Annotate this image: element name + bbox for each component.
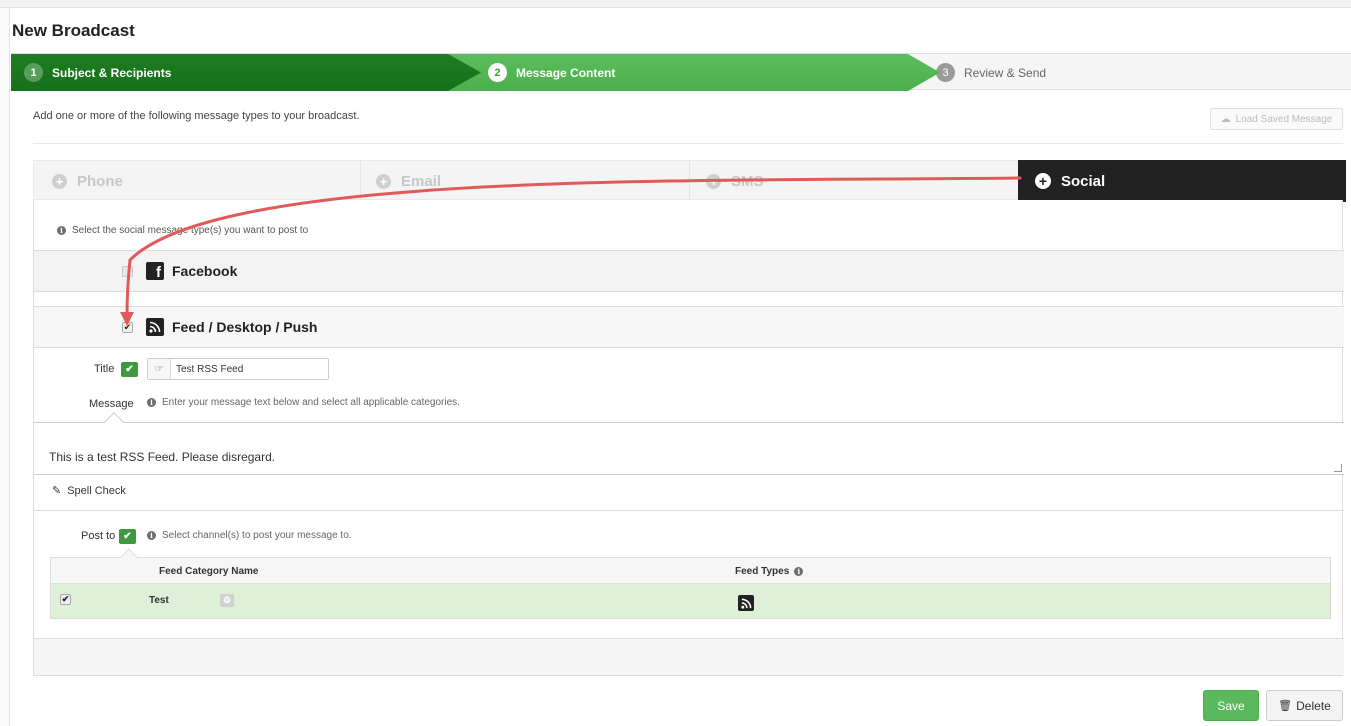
- table-header: Feed Category Name Feed Types i: [51, 548, 1330, 584]
- rss-icon: [738, 595, 754, 611]
- step-message-content[interactable]: 2 Message Content: [448, 54, 940, 91]
- row-checkbox[interactable]: ✔: [60, 594, 71, 605]
- message-text: This is a test RSS Feed. Please disregar…: [49, 450, 276, 464]
- message-label: Message: [89, 398, 134, 410]
- step-number: 1: [24, 63, 43, 82]
- post-to-label: Post to: [81, 530, 116, 542]
- facebook-label: Facebook: [172, 263, 238, 279]
- step-number: 2: [488, 63, 507, 82]
- table-pointer: [120, 548, 138, 566]
- tab-divider: [360, 161, 361, 201]
- message-type-tabs: + Phone + Email + SMS + Social: [33, 160, 1346, 211]
- column-feed-types: Feed Types i: [735, 566, 804, 577]
- title-label: Title: [94, 363, 115, 375]
- post-to-valid-icon: ✔: [119, 529, 136, 544]
- feed-category-name: Test: [149, 595, 169, 606]
- column-feed-types-label: Feed Types: [735, 566, 790, 577]
- delete-label: Delete: [1296, 698, 1331, 713]
- spell-check-label: Spell Check: [67, 484, 126, 497]
- delete-button[interactable]: 🗑 Delete: [1266, 690, 1343, 721]
- post-to-hint-text: Select channel(s) to post your message t…: [162, 530, 352, 541]
- tab-social[interactable]: + Social: [1018, 160, 1346, 211]
- divider: [34, 510, 1344, 511]
- resize-handle[interactable]: [1334, 464, 1342, 472]
- step-subject-recipients[interactable]: 1 Subject & Recipients: [11, 54, 481, 91]
- post-to-hint: i Select channel(s) to post your message…: [147, 530, 352, 541]
- tab-label: Email: [401, 172, 442, 190]
- textarea-pointer: [104, 412, 124, 432]
- window-left-edge: [0, 8, 10, 726]
- step-label: Subject & Recipients: [52, 65, 172, 80]
- plus-circle-icon: +: [376, 173, 391, 189]
- feed-category-table: Feed Category Name Feed Types i ✔ Test ⚙: [50, 548, 1331, 619]
- tab-divider: [689, 161, 690, 201]
- tab-label: Social: [1061, 172, 1106, 190]
- wizard-steps: 1 Subject & Recipients 2 Message Content…: [11, 53, 1351, 91]
- tab-phone[interactable]: + Phone: [52, 161, 123, 201]
- info-icon: i: [147, 398, 156, 407]
- message-hint-text: Enter your message text below and select…: [162, 397, 460, 408]
- title-valid-icon: ✔: [121, 362, 138, 377]
- panel-footer: [34, 639, 1344, 675]
- load-saved-message-label: Load Saved Message: [1235, 113, 1333, 125]
- info-icon: i: [147, 531, 156, 540]
- social-info: i Select the social message type(s) you …: [57, 225, 308, 236]
- step-label: Message Content: [516, 65, 616, 80]
- plus-circle-icon: +: [706, 173, 721, 189]
- tab-label: Phone: [77, 172, 123, 190]
- table-row[interactable]: ✔ Test ⚙: [51, 584, 1330, 618]
- spell-check-button[interactable]: ✎ Spell Check: [52, 484, 126, 498]
- load-saved-message-button[interactable]: ☁ Load Saved Message: [1210, 108, 1343, 130]
- plus-circle-icon: +: [52, 173, 67, 189]
- step-label: Review & Send: [964, 65, 1047, 80]
- tab-email[interactable]: + Email: [376, 161, 441, 201]
- message-hint: i Enter your message text below and sele…: [147, 397, 460, 408]
- facebook-icon: f: [146, 262, 164, 280]
- social-panel: i Select the social message type(s) you …: [33, 200, 1344, 676]
- intro-text: Add one or more of the following message…: [33, 110, 360, 122]
- title-input[interactable]: ☞ Test RSS Feed: [147, 358, 329, 380]
- plus-circle-icon: +: [1035, 173, 1051, 189]
- info-icon: i: [794, 567, 804, 576]
- info-icon: i: [57, 226, 66, 235]
- edit-icon: ✎: [52, 485, 62, 497]
- cloud-download-icon: ☁: [1220, 113, 1231, 125]
- social-info-text: Select the social message type(s) you wa…: [72, 225, 309, 236]
- gear-icon[interactable]: ⚙: [220, 594, 234, 607]
- tab-label: SMS: [731, 172, 764, 190]
- column-feed-category-name: Feed Category Name: [159, 566, 259, 577]
- facebook-checkbox[interactable]: [122, 265, 133, 277]
- message-textarea[interactable]: This is a test RSS Feed. Please disregar…: [34, 412, 1344, 475]
- page-title: New Broadcast: [12, 21, 135, 40]
- facebook-row: f Facebook: [34, 250, 1344, 292]
- feed-label: Feed / Desktop / Push: [172, 319, 318, 335]
- divider: [33, 143, 1343, 144]
- hand-pointer-icon: ☞: [148, 359, 171, 379]
- title-input-value: Test RSS Feed: [176, 363, 244, 375]
- rss-icon: [146, 318, 164, 336]
- feed-checkbox[interactable]: ✔: [122, 321, 133, 333]
- save-button[interactable]: Save: [1203, 690, 1259, 721]
- window-top-edge: [0, 0, 1351, 8]
- trash-icon: 🗑: [1278, 700, 1293, 712]
- feed-row: ✔ Feed / Desktop / Push: [34, 306, 1344, 348]
- step-review-send[interactable]: 3 Review & Send: [936, 54, 1046, 91]
- tab-sms[interactable]: + SMS: [706, 161, 764, 201]
